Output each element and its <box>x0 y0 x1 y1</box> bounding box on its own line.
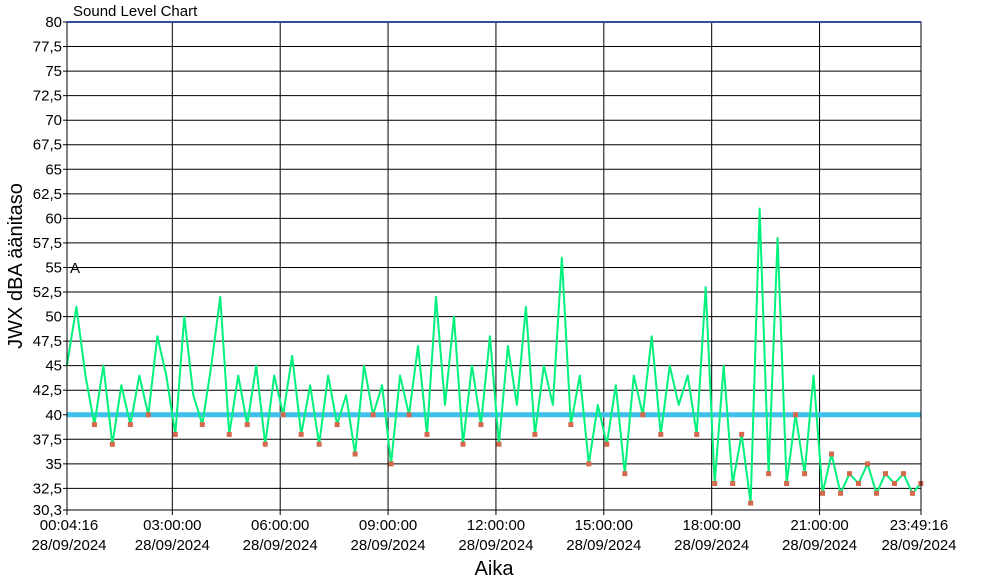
data-point-marker <box>316 441 322 447</box>
data-point-marker <box>604 441 610 447</box>
data-point-marker <box>280 412 286 418</box>
data-point-marker <box>586 461 592 467</box>
y-tick-label: 72,5 <box>33 88 62 105</box>
data-point-marker <box>388 461 394 467</box>
data-point-marker <box>694 431 700 437</box>
y-tick-label: 32,5 <box>33 480 62 497</box>
data-point-marker <box>127 422 133 428</box>
data-point-marker <box>793 412 799 418</box>
data-point-marker <box>838 490 844 496</box>
data-point-marker <box>712 480 718 486</box>
data-point-marker <box>352 451 358 457</box>
x-tick-date: 28/09/2024 <box>31 537 106 554</box>
x-tick-date: 28/09/2024 <box>458 537 533 554</box>
y-tick-label: 70 <box>45 112 62 129</box>
y-tick-label: 37,5 <box>33 431 62 448</box>
data-point-marker <box>829 451 835 457</box>
y-tick-label: 65 <box>45 161 62 178</box>
y-tick-label: 67,5 <box>33 137 62 154</box>
x-tick-date: 28/09/2024 <box>566 537 641 554</box>
data-point-marker <box>496 441 502 447</box>
y-tick-label: 55 <box>45 259 62 276</box>
y-tick-label: 47,5 <box>33 333 62 350</box>
y-tick-label: 52,5 <box>33 284 62 301</box>
x-tick-date: 28/09/2024 <box>351 537 426 554</box>
data-point-marker <box>891 480 897 486</box>
y-tick-label: 77,5 <box>33 39 62 56</box>
y-tick-label: 35 <box>45 456 62 473</box>
x-tick-time: 09:00:00 <box>359 517 417 534</box>
data-point-marker <box>730 480 736 486</box>
x-tick-date: 28/09/2024 <box>782 537 857 554</box>
x-tick-date: 28/09/2024 <box>674 537 749 554</box>
data-point-marker <box>802 471 808 477</box>
y-axis-ticks: 30,332,53537,54042,54547,55052,55557,560… <box>33 14 67 519</box>
data-point-marker <box>532 431 538 437</box>
data-point-marker <box>91 422 97 428</box>
y-axis-title: JWX dBA äänitaso <box>5 183 27 349</box>
y-tick-label: 75 <box>45 63 62 80</box>
sound-level-chart: 30,332,53537,54042,54547,55052,55557,560… <box>5 3 957 580</box>
data-point-marker <box>460 441 466 447</box>
x-tick-date: 28/09/2024 <box>881 537 956 554</box>
data-point-marker <box>298 431 304 437</box>
data-point-marker <box>406 412 412 418</box>
x-axis-ticks: 00:04:16 28/09/2024 03:00:00 28/09/2024 06:0… <box>31 510 957 554</box>
x-tick-time: 06:00:00 <box>251 517 309 534</box>
y-tick-label: 60 <box>45 210 62 227</box>
data-point-marker <box>909 490 915 496</box>
data-point-marker <box>172 431 178 437</box>
data-point-marker <box>748 500 754 506</box>
data-point-marker <box>622 471 628 477</box>
data-point-marker <box>640 412 646 418</box>
data-point-marker <box>820 490 826 496</box>
x-axis-title: Aika <box>475 558 515 580</box>
data-point-marker <box>739 431 745 437</box>
data-point-marker <box>873 490 879 496</box>
data-point-marker <box>784 480 790 486</box>
x-tick-time: 18:00:00 <box>682 517 740 534</box>
data-point-marker <box>568 422 574 428</box>
x-tick-time: 12:00:00 <box>467 517 525 534</box>
data-point-marker <box>370 412 376 418</box>
x-tick-date: 28/09/2024 <box>243 537 318 554</box>
data-point-marker <box>847 471 853 477</box>
y-tick-label: 40 <box>45 407 62 424</box>
y-tick-label: 42,5 <box>33 382 62 399</box>
x-tick-time: 00:04:16 <box>40 517 98 534</box>
data-point-marker <box>900 471 906 477</box>
data-point-marker <box>244 422 250 428</box>
data-point-marker <box>226 431 232 437</box>
y-tick-label: 57,5 <box>33 235 62 252</box>
chart-title: Sound Level Chart <box>73 3 198 20</box>
data-point-marker <box>766 471 772 477</box>
data-point-marker <box>109 441 115 447</box>
y-tick-label: 45 <box>45 358 62 375</box>
data-point-marker <box>334 422 340 428</box>
annotation-label: A <box>70 260 80 277</box>
x-tick-time: 03:00:00 <box>143 517 201 534</box>
data-point-marker <box>262 441 268 447</box>
x-tick-time: 23:49:16 <box>890 517 948 534</box>
data-point-marker <box>856 480 862 486</box>
data-point-marker <box>199 422 205 428</box>
x-tick-time: 15:00:00 <box>575 517 633 534</box>
data-point-marker <box>145 412 151 418</box>
data-point-marker <box>658 431 664 437</box>
data-point-marker <box>882 471 888 477</box>
y-tick-label: 50 <box>45 309 62 326</box>
x-tick-date: 28/09/2024 <box>135 537 210 554</box>
y-tick-label: 80 <box>45 14 62 31</box>
data-point-marker <box>478 422 484 428</box>
data-point-marker <box>865 461 871 467</box>
x-tick-time: 21:00:00 <box>790 517 848 534</box>
y-tick-label: 62,5 <box>33 186 62 203</box>
data-point-marker <box>424 431 430 437</box>
